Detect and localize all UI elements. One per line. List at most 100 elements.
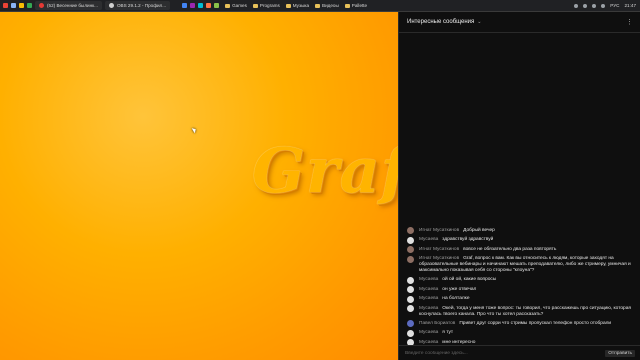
browser-taskbar: (52) Весенние былинк... OBS 29.1.2 - Про…	[0, 0, 640, 12]
bookmark-music[interactable]: Музыка	[285, 3, 310, 8]
message-body: Игнат Мусаткинов Добрый вечер	[419, 228, 495, 234]
chat-message: Павел Бориатов Привет друг сорри что стри…	[399, 319, 640, 329]
bookmark-label: Музыка	[292, 3, 310, 8]
chat-message: Мусаева он уже отвечал	[399, 285, 640, 295]
more-options-icon[interactable]: ⋮	[626, 18, 633, 26]
graf-logo: Graf	[252, 134, 398, 207]
bookmark-games[interactable]: Games	[225, 3, 247, 8]
message-author[interactable]: Игнат Мусаткинов	[419, 256, 459, 261]
folder-icon	[285, 3, 291, 8]
tray-icon[interactable]	[592, 3, 597, 8]
back-icon[interactable]	[11, 3, 16, 8]
message-body: Мусаева ой ой ой, какие вопросы	[419, 277, 496, 283]
folder-icon	[225, 3, 231, 8]
app-icon-2[interactable]	[27, 3, 32, 8]
toolbar-icon[interactable]	[206, 3, 212, 8]
tab-label: OBS 29.1.2 - Профил...	[116, 3, 167, 8]
folder-icon	[315, 3, 321, 8]
tray-icon[interactable]	[583, 3, 588, 8]
chat-message: Мусаева Окей, тогда у меня тоже вопрос: т…	[399, 304, 640, 319]
message-body: Павел Бориатов Привет друг сорри что стри…	[419, 321, 611, 327]
avatar[interactable]	[407, 286, 414, 293]
message-body: Игнат Мусаткинов Graf, вопрос к вам. Как …	[419, 256, 633, 274]
chat-input-row: Отправить	[399, 345, 640, 360]
avatar[interactable]	[407, 255, 414, 263]
message-author[interactable]: Мусаева	[419, 340, 438, 345]
message-author[interactable]: Мусаева	[419, 277, 438, 282]
chat-message: Игнат Мусаткинов вовсе не обязательно два…	[399, 245, 640, 255]
app-icon[interactable]	[19, 3, 24, 8]
tab-label: (52) Весенние былинк...	[47, 3, 98, 8]
bookmark-videos[interactable]: Видеоы	[315, 3, 339, 8]
message-text: Окей, тогда у меня тоже вопрос: ты говор…	[419, 305, 631, 317]
chat-header: Интересные сообщения ⌄ ⋮	[399, 12, 640, 33]
message-author[interactable]: Павел Бориатов	[419, 321, 455, 326]
chat-message: Игнат Мусаткинов Добрый вечер	[399, 226, 640, 236]
chevron-down-icon[interactable]: ⌄	[477, 19, 481, 25]
toolbar-icon[interactable]	[214, 3, 220, 8]
volume-icon[interactable]	[601, 3, 606, 8]
avatar[interactable]	[407, 236, 414, 244]
chat-message: Мусаева на болталке	[399, 295, 640, 305]
folder-icon	[252, 3, 258, 8]
avatar[interactable]	[407, 246, 414, 253]
avatar[interactable]	[407, 276, 414, 284]
message-text: он уже отвечал	[442, 286, 477, 292]
obs-icon	[108, 3, 114, 8]
language-indicator[interactable]: РУС	[610, 3, 619, 8]
message-author[interactable]: Мусаева	[419, 296, 438, 301]
message-body: Мусаева здравствуй здравствуй	[419, 237, 493, 243]
message-body: Мусаева я тут	[419, 330, 453, 336]
message-text: на болталке	[442, 296, 470, 301]
avatar[interactable]	[407, 320, 414, 327]
message-author[interactable]: Игнат Мусаткинов	[419, 247, 459, 252]
chat-message: Мусаева ой ой ой, какие вопросы	[399, 276, 640, 286]
message-text: мне интересно	[442, 339, 476, 345]
send-button[interactable]: Отправить	[605, 349, 635, 357]
message-body: Игнат Мусаткинов вовсе не обязательно два…	[419, 247, 556, 253]
message-body: Мусаева он уже отвечал	[419, 287, 476, 293]
avatar[interactable]	[407, 295, 414, 303]
chat-message: Игнат Мусаткинов Graf, вопрос к вам. Как …	[399, 255, 640, 276]
bookmark-pallette[interactable]: Pallette	[344, 3, 368, 8]
message-text: Добрый вечер	[463, 227, 495, 233]
message-author[interactable]: Мусаева	[419, 237, 438, 242]
toolbar-icon[interactable]	[190, 3, 196, 8]
live-chat-panel: Интересные сообщения ⌄ ⋮ Игнат Мусаткино…	[398, 12, 640, 360]
chat-mode-selector[interactable]: Интересные сообщения	[407, 19, 474, 25]
bookmark-label: Видеоы	[322, 3, 339, 8]
system-tray: РУС 21:47	[574, 3, 640, 8]
message-author[interactable]: Игнат Мусаткинов	[419, 228, 459, 233]
chat-message: Мусаева я тут	[399, 329, 640, 339]
message-text: я тут	[442, 330, 454, 335]
folder-icon	[344, 3, 350, 8]
video-player[interactable]: Graf	[0, 12, 398, 360]
youtube-icon	[39, 3, 44, 8]
bookmark-label: Programs	[259, 3, 280, 8]
toolbar-icon[interactable]	[198, 3, 204, 8]
message-author[interactable]: Мусаева	[419, 287, 438, 292]
browser-icon[interactable]	[3, 3, 8, 8]
mouse-cursor-icon	[191, 126, 198, 134]
message-text: Привет друг сорри что стримы пропускал т…	[459, 320, 612, 326]
clock: 21:47	[624, 3, 637, 8]
bookmark-label: Pallette	[351, 3, 368, 8]
tray-icon[interactable]	[574, 3, 579, 8]
chat-message-input[interactable]	[403, 347, 587, 359]
toolbar-icon[interactable]	[182, 3, 188, 8]
message-text: здравствуй здравствуй	[442, 237, 494, 242]
browser-tab-obs[interactable]: OBS 29.1.2 - Профил...	[104, 1, 171, 10]
avatar[interactable]	[407, 329, 414, 337]
bookmark-programs[interactable]: Programs	[252, 3, 280, 8]
avatar[interactable]	[407, 305, 414, 312]
chat-message-list: Игнат Мусаткинов Добрый вечер Мусаева здрав…	[399, 226, 640, 348]
message-body: Мусаева на болталке	[419, 296, 470, 302]
message-body: Мусаева Окей, тогда у меня тоже вопрос: т…	[419, 306, 633, 318]
message-author[interactable]: Мусаева	[419, 330, 438, 335]
avatar[interactable]	[407, 227, 414, 234]
bookmark-label: Games	[232, 3, 247, 8]
message-text: вовсе не обязательно два раза повторять	[463, 246, 557, 252]
chat-message: Мусаева здравствуй здравствуй	[399, 236, 640, 246]
message-author[interactable]: Мусаева	[419, 306, 438, 311]
browser-tab-youtube[interactable]: (52) Весенние былинк...	[35, 1, 102, 10]
